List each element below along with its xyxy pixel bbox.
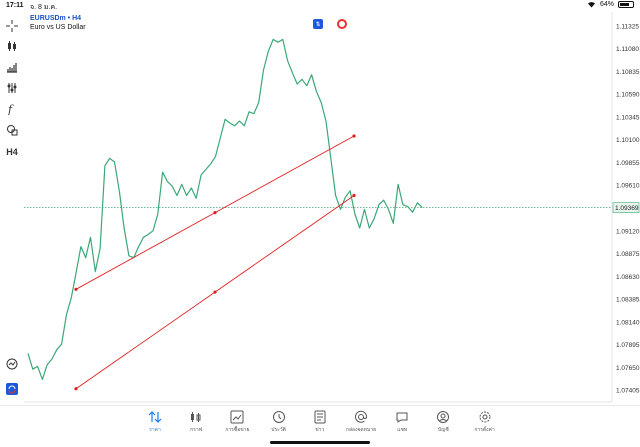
trade-icon: [230, 410, 244, 424]
price-tick-label: 1.08630: [616, 274, 640, 281]
tab-label: ประวัติ: [271, 427, 286, 433]
clock: 17:11: [6, 2, 24, 9]
channel-upper-point: [74, 287, 78, 291]
tab-mail[interactable]: กล่องจดหมาย: [341, 410, 381, 434]
tab-chat[interactable]: แชท: [382, 410, 422, 434]
price-tick-label: 1.11080: [616, 46, 639, 53]
svg-text:f: f: [7, 103, 14, 115]
price-tick-label: 1.08875: [616, 251, 640, 258]
account-icon: [437, 411, 450, 423]
candle-type-icon[interactable]: [4, 38, 20, 54]
channel-lower-point: [352, 193, 356, 198]
price-tick-label: 1.10590: [616, 92, 640, 99]
channel-upper-point: [213, 211, 217, 215]
price-tick-label: 1.08385: [616, 297, 640, 304]
price-tick-label: 1.09120: [616, 228, 640, 235]
channel-lower-point: [213, 290, 217, 294]
price-chart[interactable]: 1.11325 1.11080 1.10835 1.10590 1.10345 1.101…: [24, 12, 640, 418]
tab-quotes[interactable]: ราคา: [135, 410, 175, 434]
tab-label: กราฟ: [190, 427, 203, 433]
chat-icon: [396, 412, 408, 423]
channel-upper-point: [352, 134, 356, 138]
price-tick-label: 1.09610: [616, 183, 640, 190]
status-bar: 17:11 จ. 8 ม.ค. 64%: [0, 0, 640, 12]
price-tick-label: 1.07405: [616, 388, 640, 395]
current-price-label: 1.09369: [615, 205, 639, 212]
tab-chart[interactable]: กราฟ: [176, 410, 216, 434]
price-tick-label: 1.07650: [616, 365, 640, 372]
battery-percent: 64%: [599, 1, 614, 8]
price-tick-label: 1.08140: [616, 319, 640, 326]
price-tick-label: 1.09855: [616, 160, 640, 167]
tab-label: การตั้งค่า: [474, 427, 495, 433]
broker-logo-icon: [4, 381, 20, 397]
tab-news[interactable]: ข่าว: [300, 410, 340, 434]
tab-label: กล่องจดหมาย: [345, 427, 377, 433]
price-series-line: [27, 38, 423, 380]
settings-icon: [479, 411, 491, 423]
price-tick-label: 1.11325: [616, 23, 639, 30]
tab-label: บัญชี: [437, 427, 449, 433]
wifi-icon: [587, 2, 595, 8]
tab-label: ข่าว: [315, 427, 325, 433]
channel-lower-point: [74, 387, 78, 391]
status-right: 64%: [587, 1, 634, 8]
chart-icon: [191, 412, 201, 422]
history-icon: [272, 411, 285, 423]
shapes-icon[interactable]: [4, 122, 20, 138]
battery-icon: [618, 1, 634, 8]
crosshair-icon[interactable]: [4, 18, 20, 34]
timeframe-button[interactable]: H4: [4, 144, 20, 160]
one-click-icon[interactable]: [4, 356, 20, 372]
tab-account[interactable]: บัญชี: [423, 410, 463, 434]
price-tick-label: 1.07895: [616, 342, 640, 349]
tab-history[interactable]: ประวัติ: [259, 410, 299, 434]
price-tick-label: 1.10100: [616, 137, 640, 144]
tab-settings[interactable]: การตั้งค่า: [465, 410, 505, 434]
tab-label: แชท: [397, 427, 408, 433]
chart-toolbar: f H4: [0, 12, 24, 412]
indicators-icon[interactable]: [4, 59, 20, 75]
function-icon[interactable]: f: [4, 101, 20, 117]
quotes-icon: [148, 411, 162, 423]
home-indicator: [270, 441, 370, 444]
news-icon: [314, 410, 326, 424]
price-tick-label: 1.10835: [616, 69, 640, 76]
objects-icon[interactable]: [4, 80, 20, 96]
tab-label: การซื้อขาย: [225, 427, 250, 433]
tab-trade[interactable]: การซื้อขาย: [217, 410, 257, 434]
tab-label: ราคา: [149, 427, 161, 433]
mail-icon: [355, 410, 368, 423]
price-tick-label: 1.10345: [616, 114, 640, 121]
